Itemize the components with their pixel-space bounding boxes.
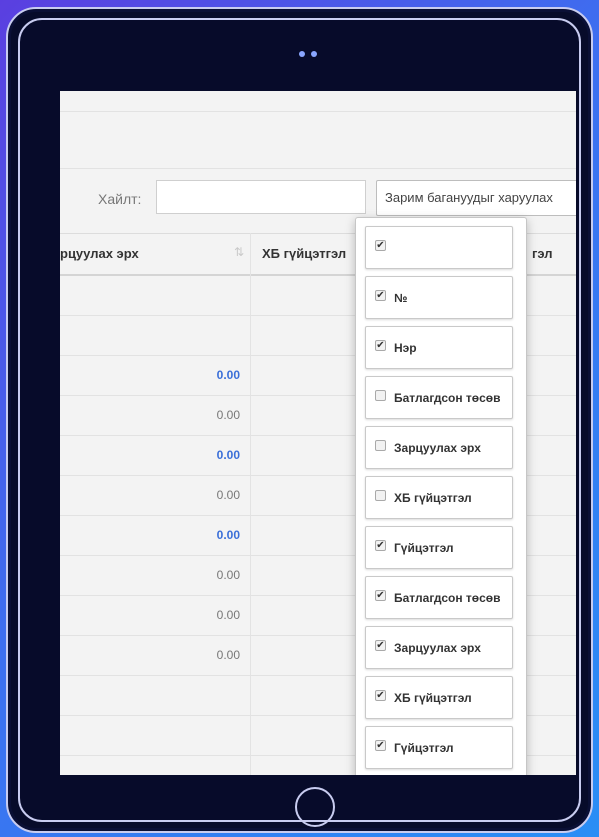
- column-toggle-item[interactable]: ✔: [365, 226, 513, 269]
- column-toggle-item[interactable]: ✔ Гүйцэтгэл: [365, 726, 513, 769]
- column-toggle-label: ХБ гүйцэтгэл: [394, 691, 472, 705]
- checkbox-icon[interactable]: ✔: [375, 540, 386, 551]
- column-toggle-item[interactable]: ✔ Гүйцэтгэл: [365, 526, 513, 569]
- column-visibility-button[interactable]: Зарим багануудыг харуулах: [376, 180, 576, 216]
- checkbox-icon[interactable]: ✔: [375, 240, 386, 251]
- cell-value: 0.00: [216, 488, 240, 502]
- column-toggle-label: Нэр: [394, 341, 417, 355]
- header-hb-performance[interactable]: ХБ гүйцэтгэл: [262, 246, 346, 261]
- column-toggle-label: Зарцуулах эрх: [394, 641, 481, 655]
- cell-value: 0.00: [216, 528, 240, 542]
- column-toggle-label: Гүйцэтгэл: [394, 541, 454, 555]
- search-label: Хайлт:: [98, 191, 142, 207]
- sort-icon[interactable]: ⇅: [234, 245, 244, 259]
- camera-icon: [299, 51, 305, 57]
- header-spending-right[interactable]: рцуулах эрх: [60, 246, 139, 261]
- column-toggle-item[interactable]: Батлагдсон төсөв: [365, 376, 513, 419]
- checkbox-icon[interactable]: ✔: [375, 340, 386, 351]
- checkbox-icon[interactable]: ✔: [375, 290, 386, 301]
- column-toggle-item[interactable]: ✔ №: [365, 276, 513, 319]
- cell-value: 0.00: [216, 568, 240, 582]
- column-toggle-item[interactable]: Зарцуулах эрх: [365, 426, 513, 469]
- header-performance[interactable]: гэл: [532, 246, 553, 261]
- cell-value: 0.00: [216, 608, 240, 622]
- sensor-icon: [311, 51, 317, 57]
- checkbox-icon[interactable]: [375, 490, 386, 501]
- column-toggle-item[interactable]: ✔ Зарцуулах эрх: [365, 626, 513, 669]
- column-toggle-label: ХБ гүйцэтгэл: [394, 491, 472, 505]
- column-toggle-label: Зарцуулах эрх: [394, 441, 481, 455]
- screen: Хайлт: Зарим багануудыг харуулах рцуулах…: [60, 91, 576, 775]
- checkbox-icon[interactable]: ✔: [375, 740, 386, 751]
- checkbox-icon[interactable]: [375, 440, 386, 451]
- cell-value: 0.00: [216, 648, 240, 662]
- cell-value: 0.00: [216, 368, 240, 382]
- column-toggle-item[interactable]: ✔ Батлагдсон төсөв: [365, 576, 513, 619]
- checkbox-icon[interactable]: ✔: [375, 690, 386, 701]
- column-toggle-label: Батлагдсон төсөв: [394, 591, 501, 605]
- search-input[interactable]: [156, 180, 366, 214]
- column-toggle-item[interactable]: ХБ гүйцэтгэл: [365, 476, 513, 519]
- column-toggle-label: Гүйцэтгэл: [394, 741, 454, 755]
- column-visibility-menu: ✔ ✔ № ✔ Нэр Батлагдсон төсөв Зарцуулах эрх ХБ г…: [355, 217, 527, 775]
- checkbox-icon[interactable]: ✔: [375, 590, 386, 601]
- column-toggle-item[interactable]: ✔ ХБ гүйцэтгэл: [365, 676, 513, 719]
- page-header: [60, 111, 576, 169]
- column-toggle-label: Батлагдсон төсөв: [394, 391, 501, 405]
- home-button[interactable]: [295, 787, 335, 827]
- column-toggle-label: №: [394, 291, 408, 305]
- tablet-frame: Хайлт: Зарим багануудыг харуулах рцуулах…: [6, 7, 593, 833]
- column-toggle-item[interactable]: ✔ Нэр: [365, 326, 513, 369]
- cell-value: 0.00: [216, 448, 240, 462]
- checkbox-icon[interactable]: [375, 390, 386, 401]
- checkbox-icon[interactable]: ✔: [375, 640, 386, 651]
- cell-value: 0.00: [216, 408, 240, 422]
